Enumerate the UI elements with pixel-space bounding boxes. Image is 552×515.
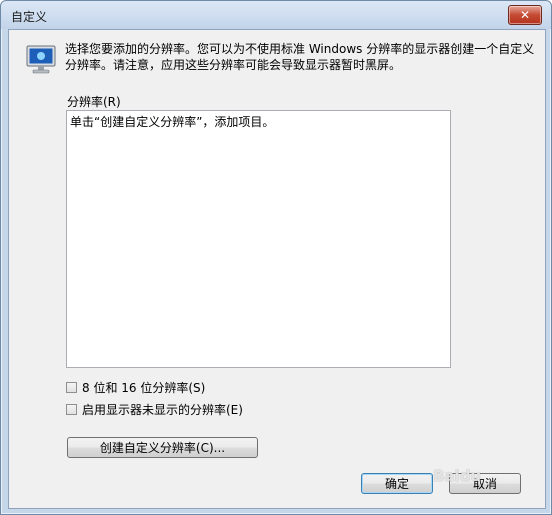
- checkbox-label: 8 位和 16 位分辨率(S): [82, 381, 206, 395]
- monitor-icon: [26, 45, 56, 74]
- window-title: 自定义: [11, 10, 48, 24]
- checkbox-label: 启用显示器未显示的分辨率(E): [82, 403, 243, 417]
- watermark-logo: Baidu: [433, 467, 482, 485]
- checkbox-box[interactable]: [66, 404, 77, 415]
- checkbox-box[interactable]: [66, 382, 77, 393]
- resolution-listbox[interactable]: 单击“创建自定义分辨率”，添加项目。: [66, 110, 451, 368]
- create-custom-resolution-button[interactable]: 创建自定义分辨率(C)...: [67, 437, 258, 458]
- checkbox-8-16-bit[interactable]: 8 位和 16 位分辨率(S): [66, 379, 205, 396]
- ok-button[interactable]: 确定: [361, 473, 433, 494]
- checkbox-enable-unlisted[interactable]: 启用显示器未显示的分辨率(E): [66, 401, 243, 418]
- dialog-body: 选择您要添加的分辨率。您可以为不使用标准 Windows 分辨率的显示器创建一个…: [8, 29, 546, 509]
- resolution-list-label: 分辨率(R): [67, 95, 121, 109]
- description-text: 选择您要添加的分辨率。您可以为不使用标准 Windows 分辨率的显示器创建一个…: [65, 42, 535, 72]
- close-icon: ✕: [519, 8, 531, 22]
- title-bar[interactable]: 自定义 ✕: [1, 1, 551, 29]
- customize-dialog: 自定义 ✕ 选择您要添加的分辨率。您可以为不使用标准 Windows 分辨率的显…: [0, 0, 552, 515]
- close-button[interactable]: ✕: [508, 5, 542, 25]
- list-item[interactable]: 单击“创建自定义分辨率”，添加项目。: [70, 113, 447, 130]
